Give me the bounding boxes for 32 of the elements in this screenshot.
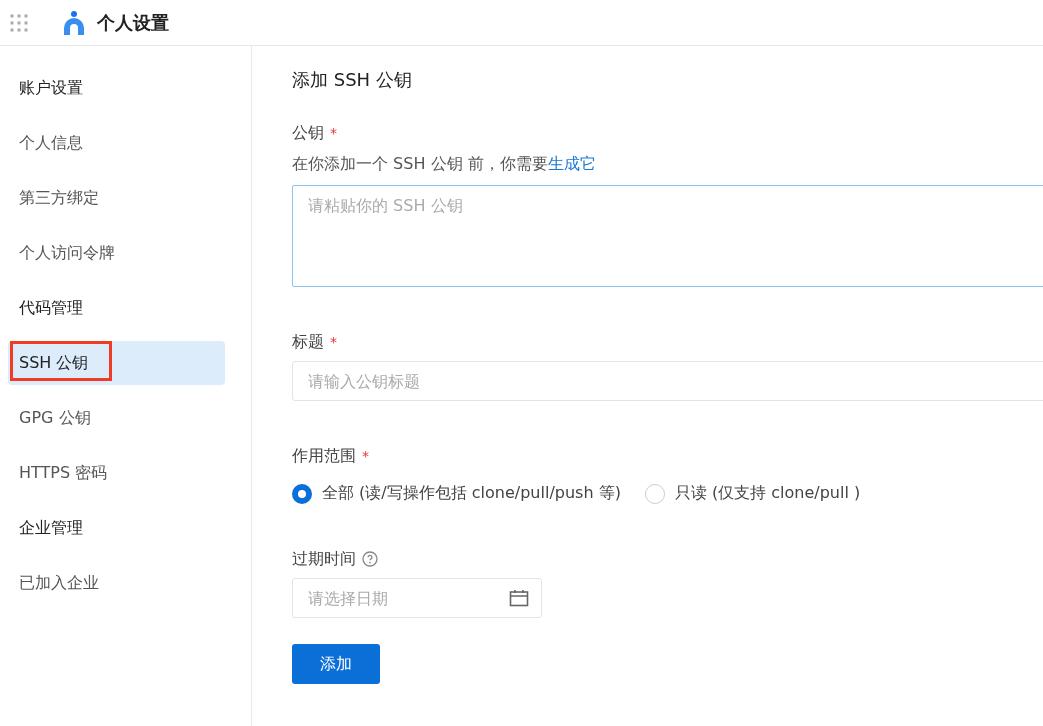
radio-label[interactable]: 只读 (仅支持 clone/pull ) — [674, 483, 861, 504]
field-label: 作用范围 — [292, 445, 356, 467]
sidebar-item[interactable]: 第三方绑定 — [8, 176, 225, 220]
sidebar-item[interactable]: GPG 公钥 — [8, 396, 225, 440]
required-asterisk: * — [362, 448, 369, 464]
date-field[interactable]: 请选择日期 — [292, 578, 542, 618]
sidebar-item[interactable]: 个人信息 — [8, 121, 225, 165]
generate-link[interactable]: 生成它 — [547, 154, 596, 173]
calendar-icon — [509, 589, 529, 607]
radio-button[interactable] — [292, 483, 312, 504]
sidebar-item[interactable]: 个人访问令牌 — [8, 231, 225, 275]
add-button[interactable]: 添加 — [292, 644, 380, 684]
field-label: 过期时间 — [292, 548, 356, 570]
logo-icon — [63, 10, 85, 35]
radio-label[interactable]: 全部 (读/写操作包括 clone/pull/push 等) — [322, 483, 621, 504]
sidebar-group[interactable]: 代码管理 — [8, 286, 225, 330]
public-key-field[interactable]: 请粘贴你的 SSH 公钥 — [292, 185, 1043, 287]
field-label: 标题 — [292, 331, 324, 353]
sidebar-group[interactable]: 账户设置 — [8, 66, 225, 110]
page-title: 个人设置 — [97, 10, 169, 35]
help-icon[interactable] — [362, 551, 378, 567]
description-text: 在你添加一个 SSH 公钥 前，你需要生成它 — [292, 154, 597, 175]
required-asterisk: * — [330, 334, 337, 350]
sidebar-item[interactable]: HTTPS 密码 — [8, 451, 225, 495]
title-field[interactable]: 请输入公钥标题 — [292, 361, 1043, 401]
apps-grid-icon[interactable] — [10, 13, 28, 32]
form-title: 添加 SSH 公钥 — [292, 68, 413, 92]
field-label: 公钥 — [292, 122, 324, 144]
required-asterisk: * — [330, 125, 337, 141]
sidebar-item[interactable]: SSH 公钥 — [8, 341, 225, 385]
sidebar-item[interactable]: 已加入企业 — [8, 561, 225, 605]
sidebar-group[interactable]: 企业管理 — [8, 506, 225, 550]
